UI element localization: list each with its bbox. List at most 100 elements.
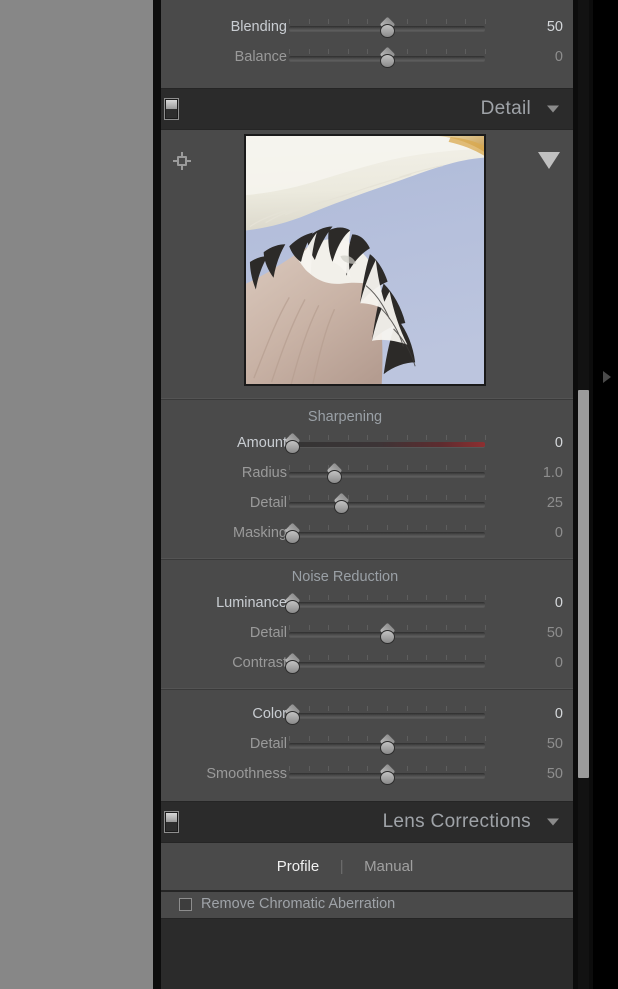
develop-right-panel: Blending 50 Balance 0 Detail Sharpening …: [161, 0, 573, 989]
lens-tabs: Profile | Manual: [161, 858, 529, 876]
slider-row-sharpening-masking[interactable]: Masking 0: [161, 518, 573, 548]
slider-groove: [289, 532, 485, 537]
slider-row-color[interactable]: Color 0: [161, 699, 573, 729]
slider-handle-smoothness[interactable]: [379, 766, 396, 785]
slider-row-blending[interactable]: Blending 50: [161, 12, 573, 42]
slider-handle-luminance[interactable]: [284, 595, 301, 614]
checkbox-label-remove-chromatic-aberration: Remove Chromatic Aberration: [201, 896, 396, 912]
slider-track-amount[interactable]: [285, 428, 486, 458]
slider-label-color-detail: Detail: [249, 736, 287, 752]
slider-label-luminance: Luminance: [216, 595, 287, 611]
slider-value-contrast[interactable]: 0: [515, 655, 563, 671]
crosshair-tick-south: [181, 166, 183, 170]
slider-value-smoothness[interactable]: 50: [515, 766, 563, 782]
canvas-panel-gutter: [153, 0, 161, 989]
slider-row-sharpening-detail[interactable]: Detail 25: [161, 488, 573, 518]
slider-label-nr-detail: Detail: [249, 625, 287, 641]
preview-artwork: [246, 136, 484, 384]
chevron-down-icon[interactable]: [547, 105, 559, 113]
slider-groove: [289, 442, 485, 447]
slider-label-radius: Radius: [241, 465, 287, 481]
lens-corrections-title: Lens Corrections: [382, 811, 531, 832]
detail-panel-enable-switch[interactable]: [164, 98, 179, 120]
slider-value-blending[interactable]: 50: [515, 19, 563, 35]
triangle-down-icon[interactable]: [538, 152, 560, 169]
slider-value-amount[interactable]: 0: [515, 435, 563, 451]
slider-handle-radius[interactable]: [326, 465, 343, 484]
slider-value-detail[interactable]: 25: [515, 495, 563, 511]
slider-label-smoothness: Smoothness: [206, 766, 287, 782]
slider-ticks: [289, 435, 486, 440]
slider-value-radius[interactable]: 1.0: [515, 465, 563, 481]
crosshair-tick-north: [181, 152, 183, 156]
slider-track-detail[interactable]: [289, 488, 486, 518]
slider-handle-color[interactable]: [284, 706, 301, 725]
slider-handle-color-detail[interactable]: [379, 736, 396, 755]
noise-reduction-group: Noise Reduction Luminance 0 Detail 50 Co…: [161, 559, 573, 689]
slider-track-contrast[interactable]: [285, 648, 486, 678]
slider-handle-nr-detail[interactable]: [379, 625, 396, 644]
slider-ticks: [289, 465, 486, 470]
slider-ticks: [289, 495, 486, 500]
slider-handle-contrast[interactable]: [284, 655, 301, 674]
sharpening-group: Sharpening Amount 0 Radius 1.0 Detail 25…: [161, 399, 573, 559]
slider-handle-detail[interactable]: [333, 495, 350, 514]
triangle-right-icon[interactable]: [603, 371, 611, 383]
checkbox-remove-chromatic-aberration[interactable]: [179, 898, 192, 911]
slider-track-blending[interactable]: [289, 12, 486, 42]
lens-corrections-header[interactable]: Lens Corrections: [161, 802, 573, 842]
lightroom-develop-window: Blending 50 Balance 0 Detail Sharpening …: [0, 0, 618, 989]
slider-label-detail: Detail: [249, 495, 287, 511]
slider-groove: [289, 602, 485, 607]
slider-row-color-detail[interactable]: Detail 50: [161, 729, 573, 759]
detail-panel-header[interactable]: Detail: [161, 89, 573, 129]
tab-separator: |: [339, 857, 344, 875]
slider-track-luminance[interactable]: [285, 588, 486, 618]
slider-row-sharpening-amount[interactable]: Amount 0: [161, 428, 573, 458]
slider-row-sharpening-radius[interactable]: Radius 1.0: [161, 458, 573, 488]
slider-track-smoothness[interactable]: [289, 759, 486, 789]
slider-track-radius[interactable]: [289, 458, 486, 488]
slider-track-color[interactable]: [285, 699, 486, 729]
image-canvas-area[interactable]: [0, 0, 153, 989]
slider-row-nr-luminance[interactable]: Luminance 0: [161, 588, 573, 618]
crosshair-square: [177, 156, 187, 166]
slider-handle-masking[interactable]: [284, 525, 301, 544]
lens-panel-enable-switch[interactable]: [164, 811, 179, 833]
detail-preview-image[interactable]: [244, 134, 486, 386]
slider-row-balance[interactable]: Balance 0: [161, 42, 573, 72]
slider-value-color[interactable]: 0: [515, 706, 563, 722]
slider-value-color-detail[interactable]: 50: [515, 736, 563, 752]
detail-preview-zone: [161, 129, 573, 399]
tab-profile[interactable]: Profile: [273, 858, 324, 875]
slider-row-nr-contrast[interactable]: Contrast 0: [161, 648, 573, 678]
tab-manual[interactable]: Manual: [360, 858, 417, 875]
slider-track-nr-detail[interactable]: [289, 618, 486, 648]
slider-track-balance[interactable]: [289, 42, 486, 72]
color-noise-group: Color 0 Detail 50 Smoothness 50: [161, 689, 573, 802]
slider-row-nr-detail[interactable]: Detail 50: [161, 618, 573, 648]
slider-value-balance[interactable]: 0: [515, 49, 563, 65]
slider-handle-blending[interactable]: [379, 19, 396, 38]
slider-ticks: [289, 706, 486, 711]
slider-value-nr-detail[interactable]: 50: [515, 625, 563, 641]
slider-value-luminance[interactable]: 0: [515, 595, 563, 611]
slider-row-smoothness[interactable]: Smoothness 50: [161, 759, 573, 789]
slider-track-color-detail[interactable]: [289, 729, 486, 759]
slider-groove: [289, 502, 485, 507]
slider-handle-balance[interactable]: [379, 49, 396, 68]
slider-track-masking[interactable]: [285, 518, 486, 548]
slider-groove: [289, 713, 485, 718]
slider-groove: [289, 472, 485, 477]
chevron-down-icon[interactable]: [547, 818, 559, 826]
remove-chromatic-aberration-row[interactable]: Remove Chromatic Aberration: [161, 891, 573, 919]
panel-scrollbar-thumb[interactable]: [578, 390, 589, 778]
slider-value-masking[interactable]: 0: [515, 525, 563, 541]
crosshair-target-icon[interactable]: [173, 152, 191, 170]
slider-handle-amount[interactable]: [284, 435, 301, 454]
effects-slider-group: Blending 50 Balance 0: [161, 0, 573, 89]
slider-label-amount: Amount: [237, 435, 287, 451]
switch-off-half: [166, 822, 177, 831]
slider-label-color: Color: [252, 706, 287, 722]
slider-label-balance: Balance: [234, 49, 287, 65]
